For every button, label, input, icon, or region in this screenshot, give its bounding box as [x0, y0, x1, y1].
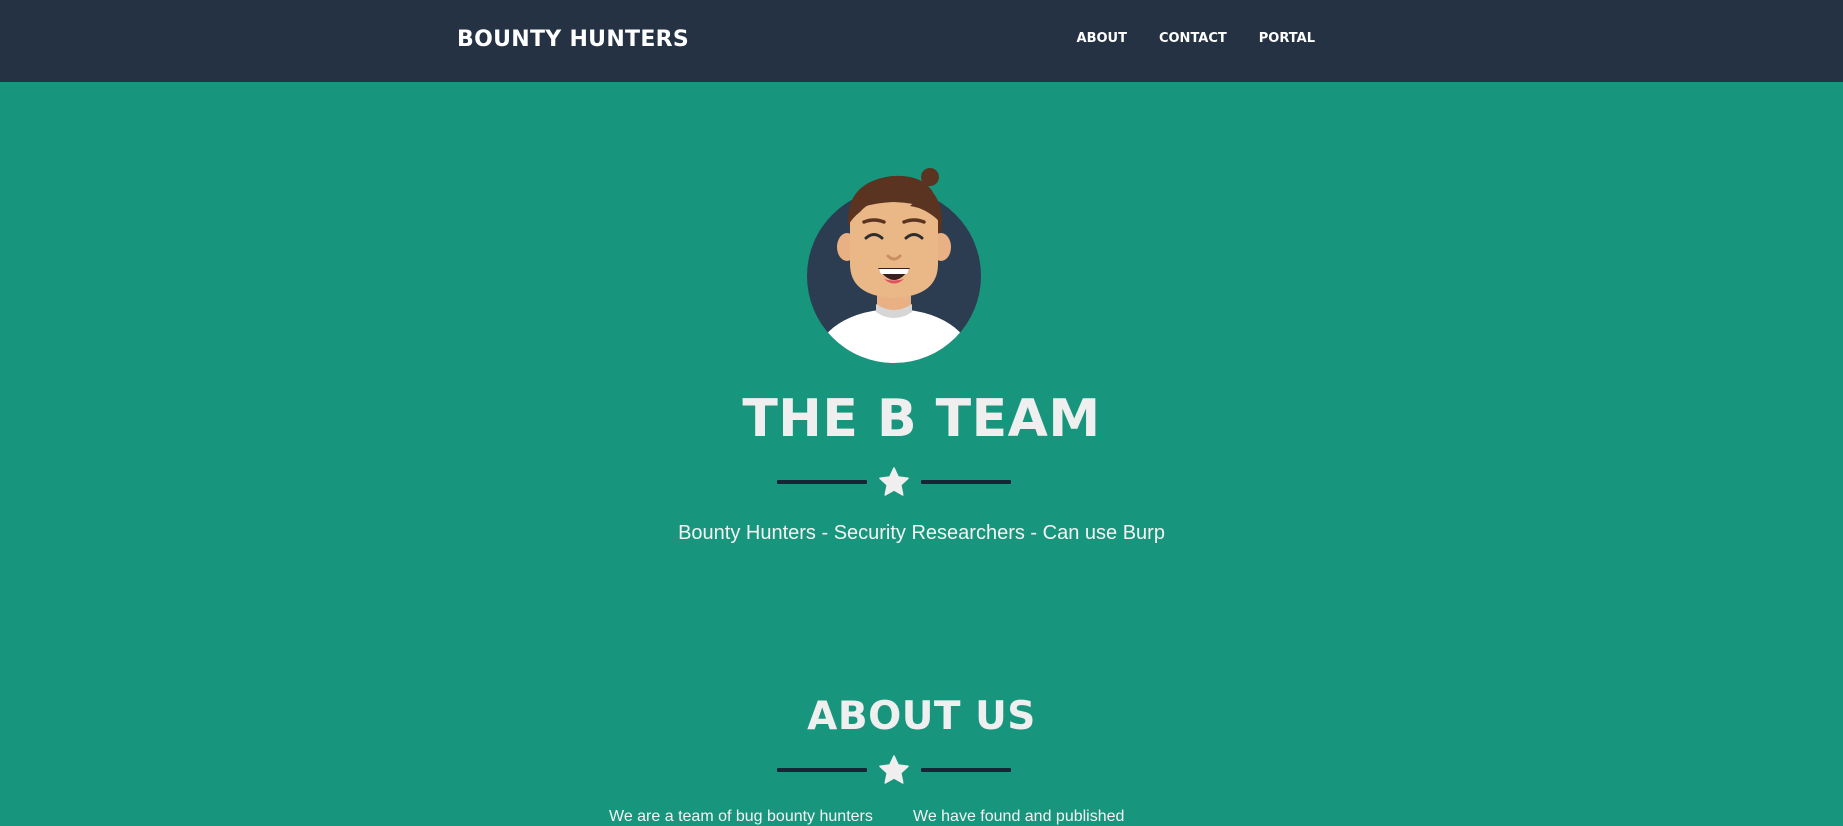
divider-line-left	[777, 768, 867, 772]
star-icon	[879, 467, 909, 496]
about-text-left: We are a team of bug bounty hunters	[609, 808, 873, 825]
star-divider	[776, 754, 1012, 786]
hero-subtitle: Bounty Hunters - Security Researchers - …	[678, 522, 1165, 544]
hero-title: THE B TEAM	[742, 389, 1101, 449]
nav-link-portal[interactable]: PORTAL	[1259, 31, 1315, 46]
about-text-right: We have found and published	[913, 808, 1125, 825]
brand-link[interactable]: BOUNTY HUNTERS	[457, 27, 689, 52]
masthead: THE B TEAM Bounty Hunters - Security Res…	[0, 82, 1843, 825]
about-title: ABOUT US	[807, 694, 1036, 739]
divider-line-right	[921, 768, 1011, 772]
nav-link-contact[interactable]: CONTACT	[1159, 31, 1227, 46]
star-divider	[776, 466, 1012, 498]
divider-line-left	[777, 480, 867, 484]
star-icon	[879, 755, 909, 784]
navbar: BOUNTY HUNTERS ABOUT CONTACT PORTAL	[0, 0, 1843, 82]
nav-links: ABOUT CONTACT PORTAL	[1077, 31, 1315, 46]
nav-link-about[interactable]: ABOUT	[1077, 31, 1127, 46]
divider-line-right	[921, 480, 1011, 484]
avatar	[807, 168, 981, 363]
